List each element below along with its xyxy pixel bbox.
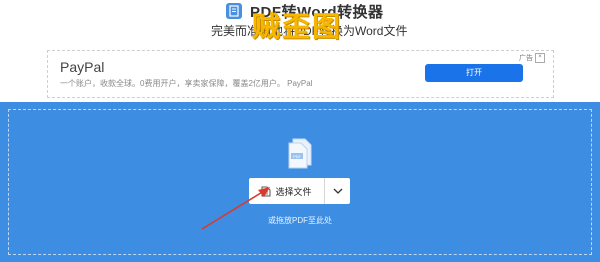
ad-open-button[interactable]: 打开 (425, 64, 523, 82)
drop-hint: 或拖放PDF至此处 (268, 216, 332, 225)
drop-zone[interactable]: PDF 选择文件 或拖放PDF至此处 (0, 102, 600, 262)
ad-badge[interactable]: 广告 × (519, 53, 545, 63)
select-file-button-group[interactable]: 选择文件 (249, 178, 350, 204)
close-icon[interactable]: × (535, 53, 545, 63)
pdf-file-icon: PDF (288, 138, 312, 169)
header: PDF转Word转换器 完美而准确地将PDF转换为Word文件 贼歪图 (0, 0, 600, 46)
svg-text:PDF: PDF (293, 154, 302, 159)
ad-brand: PayPal (60, 59, 105, 75)
ad-text: 一个账户，收款全球。0费用开户，享卖家保障，覆盖2亿用户。 PayPal (60, 79, 313, 88)
ad-banner[interactable]: PayPal 一个账户，收款全球。0费用开户，享卖家保障，覆盖2亿用户。 Pay… (47, 50, 554, 98)
select-file-label: 选择文件 (275, 186, 312, 197)
source-dropdown-button[interactable] (325, 178, 350, 204)
chevron-down-icon (333, 188, 342, 194)
ad-badge-label: 广告 (519, 55, 533, 62)
select-file-button[interactable]: 选择文件 (249, 178, 324, 204)
document-convert-icon (226, 3, 242, 19)
watermark: 贼歪图 (252, 11, 343, 42)
file-upload-icon (261, 186, 271, 196)
